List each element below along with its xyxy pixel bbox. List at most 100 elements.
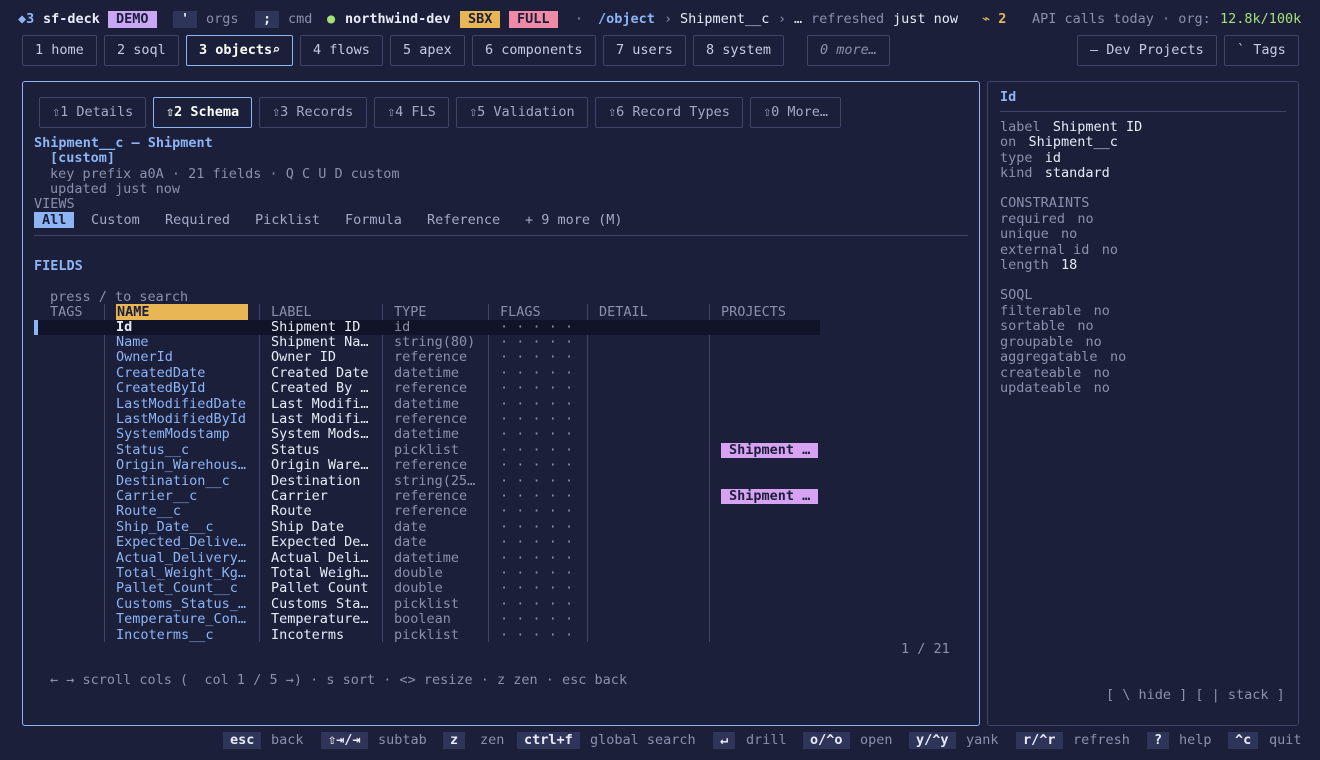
- view-custom[interactable]: Custom: [91, 212, 140, 228]
- tab-home[interactable]: 1 home: [22, 35, 97, 66]
- field-type: id: [394, 319, 411, 335]
- object-kind-tag: [custom]: [50, 150, 116, 166]
- table-row[interactable]: Origin_Warehous… Origin Ware… reference · ·…: [23, 458, 981, 473]
- view-all[interactable]: All: [34, 212, 75, 228]
- view-reference[interactable]: Reference: [427, 212, 500, 228]
- table-row[interactable]: LastModifiedById Last Modifi… reference · ·…: [23, 412, 981, 427]
- table-row[interactable]: OwnerId Owner ID reference · · · · ·: [23, 350, 981, 365]
- table-row[interactable]: Carrier__c Carrier reference · · · · · Shipm…: [23, 488, 981, 505]
- table-row[interactable]: CreatedDate Created Date datetime · · · · ·: [23, 366, 981, 381]
- cmd-key[interactable]: ;: [255, 11, 280, 28]
- full-badge: FULL: [509, 11, 558, 28]
- table-row[interactable]: Pallet_Count__c Pallet Count double · · · ·…: [23, 581, 981, 596]
- breadcrumb-object[interactable]: Shipment__c: [680, 11, 769, 28]
- orgs-key[interactable]: ': [173, 11, 198, 28]
- table-row[interactable]: Incoterms__c Incoterms picklist · · · · ·: [23, 628, 981, 643]
- column-header-label[interactable]: LABEL: [271, 304, 312, 320]
- view-picklist[interactable]: Picklist: [255, 212, 320, 228]
- table-row[interactable]: Actual_Delivery… Actual Deli… datetime · · …: [23, 551, 981, 566]
- table-row[interactable]: Status__c Status picklist · · · · · Shipment…: [23, 442, 981, 459]
- tab-more[interactable]: 0 more…: [807, 35, 890, 66]
- column-header-type[interactable]: TYPE: [394, 304, 427, 320]
- field-name: CreatedDate: [116, 365, 206, 381]
- table-row[interactable]: CreatedById Created By … reference · · · · …: [23, 381, 981, 396]
- keyboard-hint: ← → scroll cols ( col 1 / 5 →) · s sort …: [50, 672, 628, 688]
- tab-soql[interactable]: 2 soql: [104, 35, 179, 66]
- tags-button[interactable]: ` Tags: [1224, 35, 1299, 66]
- table-row[interactable]: Expected_Delive… Expected De… date · · · · …: [23, 535, 981, 550]
- column-header-projects[interactable]: PROJECTS: [721, 304, 786, 320]
- alert-count[interactable]: ⌁ 2: [982, 11, 1006, 28]
- column-header-flags[interactable]: FLAGS: [500, 304, 541, 320]
- table-row[interactable]: Ship_Date__c Ship Date date · · · · ·: [23, 520, 981, 535]
- soql-heading: SOQL: [1000, 287, 1033, 303]
- table-row[interactable]: Name Shipment Na… string(80) · · · · ·: [23, 335, 981, 350]
- field-type: boolean: [394, 612, 451, 628]
- field-name: LastModifiedById: [116, 411, 247, 427]
- project-badge[interactable]: Shipment …: [721, 488, 819, 505]
- subtab-schema[interactable]: ⇧2 Schema: [153, 97, 252, 128]
- field-type: reference: [394, 381, 468, 397]
- field-flags: · · · · ·: [500, 535, 574, 551]
- cmd-label[interactable]: cmd: [288, 11, 312, 28]
- key-hint-label: help: [1179, 732, 1212, 748]
- field-label: Pallet Count: [271, 581, 369, 597]
- field-name: Origin_Warehous…: [116, 458, 247, 474]
- subtab-validation[interactable]: ⇧5 Validation: [456, 97, 588, 128]
- column-header-tags[interactable]: TAGS: [50, 304, 83, 320]
- key-hint-label: back: [271, 732, 304, 748]
- subtab-record-types[interactable]: ⇧6 Record Types: [595, 97, 743, 128]
- detail-value: no: [1093, 303, 1110, 319]
- view-formula[interactable]: Formula: [345, 212, 402, 228]
- tab-system[interactable]: 8 system: [693, 35, 784, 66]
- breadcrumb-more[interactable]: …: [794, 11, 802, 28]
- key-hint: y/^y: [909, 732, 956, 749]
- field-detail-panel: Id label Shipment ID on Shipment__c type id ki…: [987, 81, 1299, 726]
- detail-value: Shipment__c: [1028, 134, 1118, 151]
- project-badge[interactable]: Shipment …: [721, 442, 819, 459]
- field-flags: · · · · ·: [500, 458, 574, 474]
- subtab-fls[interactable]: ⇧4 FLS: [374, 97, 449, 128]
- view-more[interactable]: + 9 more (M): [525, 212, 623, 228]
- table-row[interactable]: Customs_Status_… Customs Sta… picklist · · …: [23, 597, 981, 612]
- field-label: Actual Deli…: [271, 550, 369, 566]
- tab-users[interactable]: 7 users: [603, 35, 686, 66]
- table-row[interactable]: LastModifiedDate Last Modifi… datetime · · …: [23, 397, 981, 412]
- tab-components[interactable]: 6 components: [472, 35, 596, 66]
- dev-projects-button[interactable]: — Dev Projects: [1077, 35, 1217, 66]
- column-header-name[interactable]: NAME: [116, 304, 248, 320]
- subtab-more[interactable]: ⇧0 More…: [750, 97, 841, 128]
- view-required[interactable]: Required: [165, 212, 230, 228]
- table-row[interactable]: Total_Weight_Kg… Total Weigh… double · · · …: [23, 566, 981, 581]
- tab-flows[interactable]: 4 flows: [300, 35, 383, 66]
- column-header-detail[interactable]: DETAIL: [599, 304, 648, 320]
- subtab-records[interactable]: ⇧3 Records: [259, 97, 367, 128]
- detail-key: length: [1000, 257, 1049, 274]
- org-name[interactable]: northwind-dev: [345, 11, 451, 28]
- field-label: Carrier: [271, 488, 328, 504]
- field-type: reference: [394, 488, 468, 504]
- orgs-label[interactable]: orgs: [206, 11, 239, 28]
- table-row[interactable]: SystemModstamp System Mods… datetime · · · …: [23, 427, 981, 442]
- subtab-details[interactable]: ⇧1 Details: [39, 97, 146, 128]
- breadcrumb-chevron-icon: ›: [778, 11, 787, 27]
- field-type: date: [394, 535, 427, 551]
- table-row[interactable]: Destination__c Destination string(25… · · ·…: [23, 474, 981, 489]
- search-hint[interactable]: press / to search: [50, 289, 188, 305]
- field-flags: · · · · ·: [500, 381, 574, 397]
- panel-controls[interactable]: [ \ hide ] [ | stack ]: [1106, 687, 1285, 703]
- table-row[interactable]: Route__c Route reference · · · · ·: [23, 504, 981, 519]
- breadcrumb-root[interactable]: /object: [598, 11, 655, 28]
- tab-apex[interactable]: 5 apex: [390, 35, 465, 66]
- key-hint-label: yank: [966, 732, 999, 748]
- refreshed-value: just now: [893, 11, 959, 27]
- field-label: Created By …: [271, 381, 369, 397]
- table-row[interactable]: Temperature_Con… Temperature… boolean · · ·…: [23, 612, 981, 627]
- field-type: datetime: [394, 427, 460, 443]
- table-row[interactable]: Id Shipment ID id · · · · ·: [23, 319, 981, 335]
- detail-value: id: [1044, 149, 1062, 166]
- tab-objects[interactable]: 3 objects⌕: [186, 35, 293, 66]
- field-type: reference: [394, 350, 468, 366]
- connection-dot-icon: ●: [327, 11, 336, 27]
- detail-key: on: [1000, 134, 1017, 151]
